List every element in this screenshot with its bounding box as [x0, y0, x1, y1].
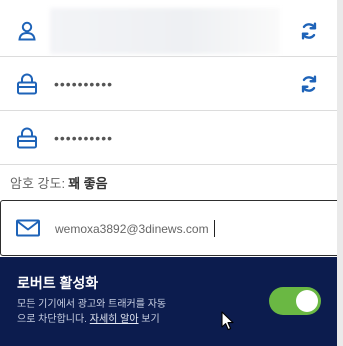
robot-activation-section: 로버트 활성화 모든 기기에서 광고와 트래커를 자동 으로 차단합니다. 자세…	[0, 257, 337, 346]
robot-description-suffix: 보기	[138, 314, 160, 325]
toggle-knob	[296, 290, 318, 312]
robot-description-line1: 모든 기기에서 광고와 트래커를 자동	[17, 299, 167, 310]
learn-more-link[interactable]: 자세히 알아	[90, 314, 139, 325]
email-input[interactable]	[55, 219, 315, 239]
password-row[interactable]: ••••••••••	[0, 57, 337, 111]
lock-icon	[15, 126, 39, 150]
username-row[interactable]	[0, 5, 337, 57]
username-value-blurred	[50, 8, 280, 54]
robot-description-line2: 으로 차단합니다. 자세히 알아 보기	[17, 312, 217, 327]
user-icon	[15, 19, 39, 43]
robot-description: 모든 기기에서 광고와 트래커를 자동 으로 차단합니다. 자세히 알아 보기	[17, 297, 217, 327]
email-field[interactable]	[0, 200, 340, 256]
password-strength-level: 꽤 좋음	[68, 176, 108, 191]
robot-title: 로버트 활성화	[17, 275, 99, 291]
password-strength-label: 암호 강도:	[10, 176, 66, 191]
robot-toggle[interactable]	[269, 287, 321, 315]
robot-description-prefix: 으로 차단합니다.	[17, 314, 90, 325]
mail-icon	[15, 216, 41, 240]
lock-icon	[15, 72, 39, 96]
confirm-password-value: ••••••••••	[54, 129, 114, 146]
confirm-password-row[interactable]: ••••••••••	[0, 111, 337, 165]
scrollbar-track	[337, 0, 343, 346]
password-value: ••••••••••	[54, 75, 114, 92]
text-caret	[214, 220, 215, 237]
password-strength: 암호 강도: 꽤 좋음	[0, 165, 337, 200]
refresh-username-button[interactable]	[298, 20, 320, 42]
mouse-cursor-icon	[221, 311, 235, 331]
refresh-password-button[interactable]	[298, 73, 320, 95]
